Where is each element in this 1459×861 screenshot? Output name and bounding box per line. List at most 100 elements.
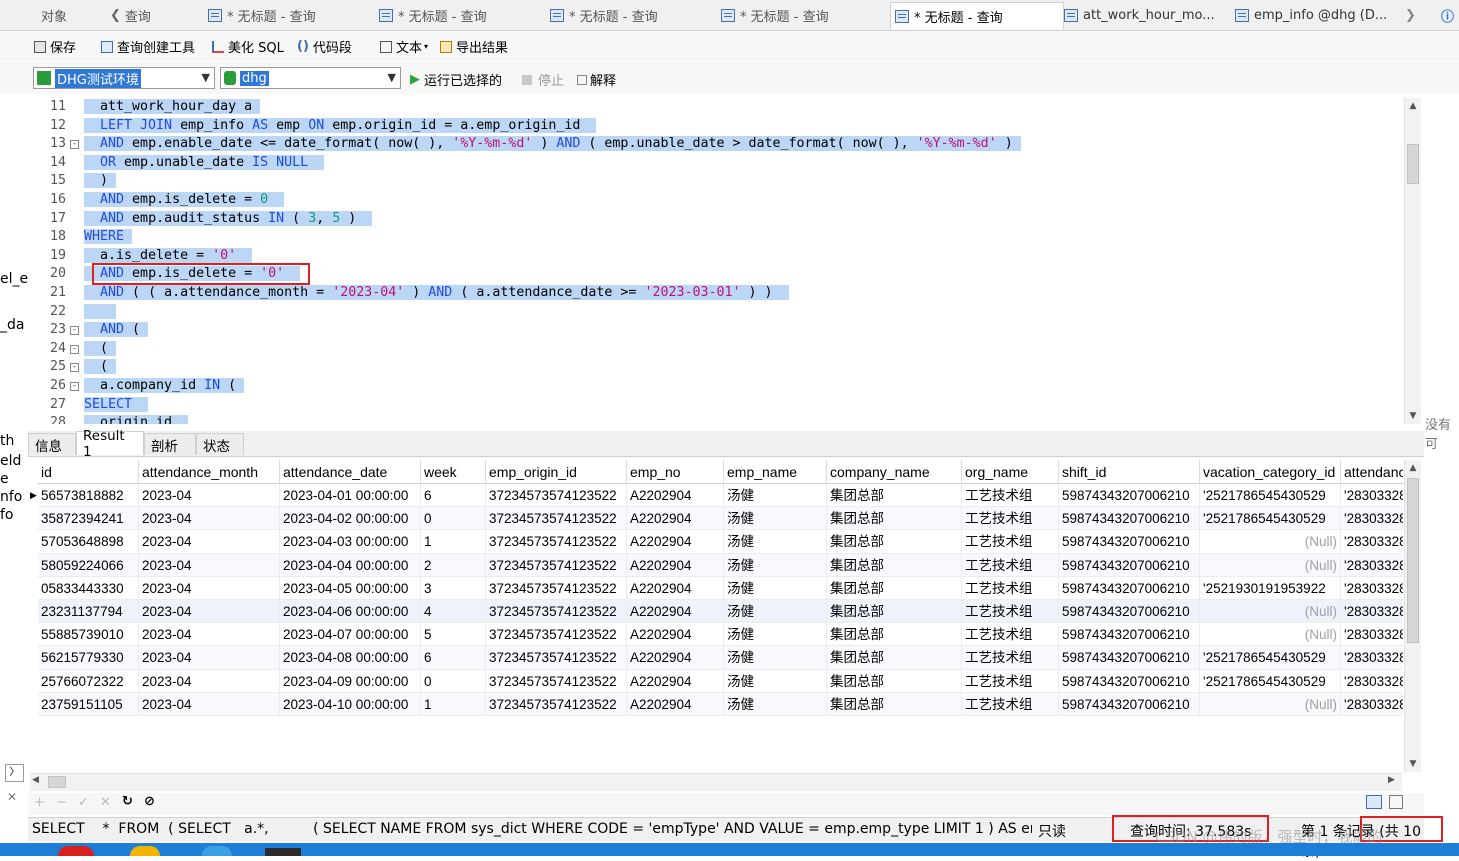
app-icon[interactable] [202, 846, 232, 856]
grid-cell[interactable]: 0 [421, 507, 486, 531]
expand-panel-button[interactable]: 〉 [5, 764, 24, 782]
tab-query-5[interactable]: * 无标题 - 查询 [721, 2, 886, 28]
grid-cell[interactable]: 59874343207006210 [1059, 692, 1200, 716]
export-button[interactable]: 导出结果 [440, 37, 508, 56]
tab-query-1[interactable]: ❮ 查询 [110, 2, 202, 28]
tab-query-4[interactable]: * 无标题 - 查询 [550, 2, 715, 28]
grid-cell[interactable]: 3 [421, 576, 486, 600]
grid-cell[interactable]: 37234573574123522 [486, 553, 627, 577]
scroll-thumb[interactable] [48, 776, 66, 788]
grid-cell[interactable]: A2202904 [627, 576, 724, 600]
grid-cell[interactable]: '283033287 [1341, 646, 1403, 670]
grid-cell[interactable]: 工艺技术组 [962, 484, 1059, 508]
grid-cell[interactable]: 汤健 [724, 669, 827, 693]
tab-query-2[interactable]: * 无标题 - 查询 [208, 2, 373, 28]
app-icon[interactable] [130, 846, 160, 856]
beautify-sql-button[interactable]: 美化 SQL [212, 37, 284, 56]
grid-cell[interactable]: 59874343207006210 [1059, 600, 1200, 624]
grid-cell[interactable]: 4 [421, 600, 486, 624]
snippet-button[interactable]: () 代码段 [297, 37, 352, 56]
apply-icon[interactable]: ✓ [78, 795, 89, 810]
tab-att-work-hour[interactable]: att_work_hour_mo... [1064, 2, 1230, 28]
grid-cell[interactable]: 2023-04 [139, 692, 280, 716]
fold-toggle[interactable]: - [70, 140, 79, 149]
grid-cell[interactable]: (Null) [1200, 623, 1341, 647]
grid-cell[interactable]: 集团总部 [827, 646, 962, 670]
grid-cell[interactable]: (Null) [1200, 692, 1341, 716]
grid-cell[interactable]: 2023-04-05 00:00:00 [280, 576, 421, 600]
column-header[interactable]: attendance [1341, 460, 1403, 484]
fold-toggle[interactable]: - [70, 345, 79, 354]
grid-cell[interactable]: 55885739010 [38, 623, 139, 647]
grid-cell[interactable]: 2023-04 [139, 484, 280, 508]
grid-cell[interactable]: '283033287 [1341, 692, 1403, 716]
column-header[interactable]: id [38, 460, 139, 484]
grid-cell[interactable]: 59874343207006210 [1059, 507, 1200, 531]
grid-cell[interactable]: A2202904 [627, 484, 724, 508]
grid-cell[interactable]: 37234573574123522 [486, 530, 627, 554]
grid-cell[interactable]: 59874343207006210 [1059, 553, 1200, 577]
sql-editor[interactable]: 11 12 13 14 15 16 17 18 19 20 21 22 23 2… [28, 97, 1404, 424]
discard-icon[interactable]: ✕ [100, 795, 111, 810]
scroll-right-icon[interactable]: ▶ [1388, 775, 1395, 785]
grid-view-icon[interactable] [1366, 795, 1382, 809]
grid-cell[interactable]: 工艺技术组 [962, 669, 1059, 693]
chevron-left-icon[interactable]: ❮ [110, 8, 121, 23]
scroll-thumb[interactable] [1407, 144, 1419, 184]
editor-scrollbar[interactable]: ▲ ▼ [1404, 98, 1421, 424]
tab-emp-info[interactable]: emp_info @dhg (D... [1235, 2, 1400, 28]
grid-cell[interactable]: A2202904 [627, 669, 724, 693]
grid-cell[interactable]: 59874343207006210 [1059, 484, 1200, 508]
column-header[interactable]: vacation_category_id [1200, 460, 1341, 484]
grid-cell[interactable]: 2023-04-07 00:00:00 [280, 623, 421, 647]
grid-cell[interactable]: 2023-04-04 00:00:00 [280, 553, 421, 577]
column-header[interactable]: attendance_month [139, 460, 280, 484]
grid-cell[interactable]: '2521786545430529 [1200, 646, 1341, 670]
grid-cell[interactable]: 2 [421, 553, 486, 577]
grid-cell[interactable]: 集团总部 [827, 576, 962, 600]
grid-cell[interactable]: 2023-04 [139, 507, 280, 531]
column-header[interactable]: attendance_date [280, 460, 421, 484]
grid-cell[interactable]: 集团总部 [827, 507, 962, 531]
explain-button[interactable]: 解释 [577, 70, 616, 89]
text-button[interactable]: 文本 ▾ [380, 37, 428, 56]
row-indicator[interactable] [30, 623, 38, 645]
grid-cell[interactable]: 5 [421, 623, 486, 647]
run-selected-button[interactable]: ▶ 运行已选择的 [410, 70, 502, 89]
connection-select[interactable]: DHG测试环境 ▼ [33, 67, 215, 89]
stop-button[interactable]: 停止 [522, 70, 564, 89]
grid-cell[interactable]: 56573818882 [38, 484, 139, 508]
info-icon[interactable]: ⓘ [1441, 2, 1457, 28]
grid-cell[interactable]: '283033287 [1341, 577, 1403, 600]
grid-cell[interactable]: 35872394241 [38, 507, 139, 531]
grid-cell[interactable]: 汤健 [724, 646, 827, 670]
grid-cell[interactable]: 2023-04 [139, 576, 280, 600]
column-header[interactable]: emp_no [627, 460, 724, 484]
grid-cell[interactable]: A2202904 [627, 600, 724, 624]
stop-icon[interactable]: ⊘ [144, 794, 155, 809]
grid-cell[interactable]: 汤健 [724, 553, 827, 577]
grid-cell[interactable]: 23231137794 [38, 600, 139, 624]
grid-cell[interactable]: '2521786545430529 [1200, 669, 1341, 693]
grid-cell[interactable]: 37234573574123522 [486, 576, 627, 600]
column-header[interactable]: shift_id [1059, 460, 1200, 484]
grid-cell[interactable]: 集团总部 [827, 484, 962, 508]
column-header[interactable]: emp_name [724, 460, 827, 484]
scroll-thumb[interactable] [1407, 478, 1419, 643]
tab-query-3[interactable]: * 无标题 - 查询 [379, 2, 544, 28]
grid-cell[interactable]: 工艺技术组 [962, 692, 1059, 716]
grid-cell[interactable]: 59874343207006210 [1059, 669, 1200, 693]
grid-cell[interactable]: 2023-04 [139, 646, 280, 670]
grid-cell[interactable]: A2202904 [627, 530, 724, 554]
grid-cell[interactable]: A2202904 [627, 646, 724, 670]
grid-cell[interactable]: 0 [421, 669, 486, 693]
grid-cell[interactable]: '2521786545430529 [1200, 507, 1341, 531]
grid-cell[interactable]: '283033287 [1341, 670, 1403, 693]
grid-cell[interactable]: 2023-04 [139, 553, 280, 577]
grid-cell[interactable]: 集团总部 [827, 669, 962, 693]
grid-cell[interactable]: '2521930191953922 [1200, 576, 1341, 600]
row-indicator[interactable] [30, 693, 38, 715]
grid-cell[interactable]: 集团总部 [827, 600, 962, 624]
grid-cell[interactable]: 25766072322 [38, 669, 139, 693]
grid-cell[interactable]: 6 [421, 484, 486, 508]
